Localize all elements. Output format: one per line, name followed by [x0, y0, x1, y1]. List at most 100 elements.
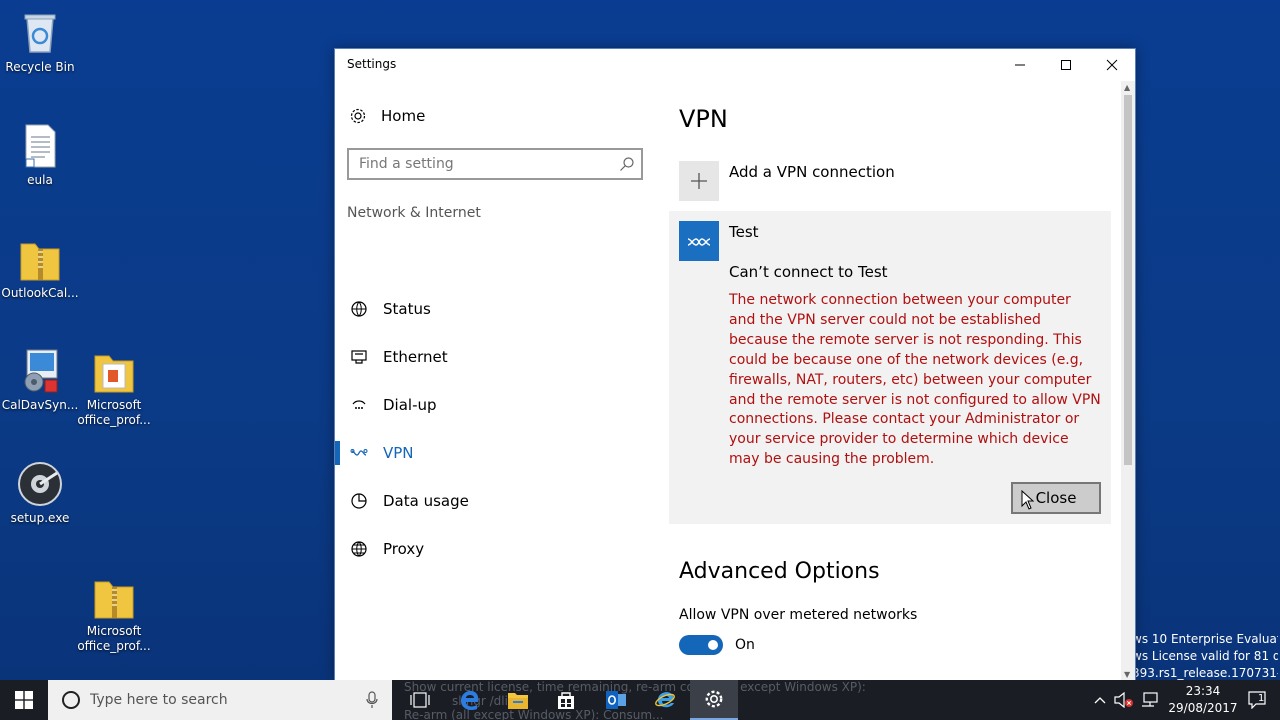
desktop-icon-label: Microsoft office_prof...	[77, 624, 151, 653]
vpn-icon	[350, 449, 368, 456]
desktop-icon-office-zip[interactable]: Microsoft office_prof...	[75, 574, 153, 654]
zip-folder-icon	[17, 236, 63, 282]
mouse-cursor-icon	[1021, 490, 1035, 510]
plus-icon	[691, 173, 707, 189]
desktop-icon-label: OutlookCal...	[1, 286, 79, 300]
nav-item-label: Status	[383, 300, 431, 318]
metered-option-label: Allow VPN over metered networks	[679, 607, 918, 623]
folder-icon	[91, 348, 137, 394]
nav-item-label: Dial-up	[383, 396, 437, 414]
metered-toggle-state: On	[735, 637, 755, 653]
nav-item-vpn[interactable]: VPN	[335, 433, 657, 473]
network-icon	[1142, 692, 1158, 707]
desktop-icon-label: Recycle Bin	[5, 60, 75, 74]
taskbar-file-explorer[interactable]	[494, 680, 542, 720]
nav-item-ethernet[interactable]: Ethernet	[335, 337, 657, 377]
add-vpn-connection[interactable]: Add a VPN connection	[679, 161, 895, 201]
volume-muted-icon	[1114, 692, 1133, 708]
nav-item-proxy[interactable]: Proxy	[335, 529, 657, 569]
nav-item-label: Ethernet	[383, 348, 448, 366]
notification-count-badge: 1	[1258, 693, 1265, 704]
action-center-button[interactable]: 1	[1238, 680, 1278, 720]
desktop-icon-office-folder[interactable]: Microsoft office_prof...	[75, 348, 153, 428]
close-icon	[1106, 59, 1118, 71]
file-explorer-icon	[508, 693, 528, 709]
edge-icon	[461, 690, 479, 711]
settings-search-box[interactable]	[347, 148, 643, 180]
cortana-icon	[62, 691, 80, 709]
title-bar[interactable]: Settings	[335, 49, 1135, 81]
microphone-icon[interactable]	[366, 691, 378, 709]
outlook-icon	[606, 691, 626, 709]
scrollbar-thumb[interactable]	[1124, 95, 1132, 465]
nav-home-label: Home	[381, 107, 426, 125]
minimize-button[interactable]	[997, 49, 1043, 81]
page-title: VPN	[679, 105, 728, 133]
desktop-icon-outlookcal[interactable]: OutlookCal...	[1, 236, 79, 301]
taskbar-internet-explorer[interactable]	[641, 680, 689, 720]
clock-time: 23:34	[1185, 684, 1221, 698]
store-icon	[558, 692, 574, 709]
nav-item-data-usage[interactable]: Data usage	[335, 481, 657, 521]
nav-pane: Home Network & Internet Status Ethernet …	[335, 81, 657, 681]
desktop-icon-eula[interactable]: eula	[1, 123, 79, 188]
taskbar-settings[interactable]	[690, 680, 738, 720]
data-usage-icon	[351, 493, 367, 509]
disc-icon	[17, 461, 63, 507]
tray-volume[interactable]	[1112, 680, 1136, 720]
taskbar-edge[interactable]	[446, 680, 494, 720]
advanced-options-heading: Advanced Options	[679, 559, 880, 584]
content-scrollbar[interactable]: ▲ ▼	[1121, 81, 1135, 681]
settings-search-input[interactable]	[349, 150, 599, 178]
nav-item-label: VPN	[383, 444, 414, 462]
desktop-icon-label: Microsoft office_prof...	[77, 398, 151, 427]
desktop-icon-label: CalDavSyn...	[1, 398, 79, 412]
content-pane: VPN Add a VPN connection Test Can’t conn…	[669, 81, 1119, 681]
scroll-down-icon[interactable]: ▼	[1124, 670, 1130, 679]
clock-date: 29/08/2017	[1168, 701, 1238, 715]
add-vpn-label: Add a VPN connection	[729, 163, 895, 181]
add-vpn-tile[interactable]	[679, 161, 719, 201]
maximize-button[interactable]	[1043, 49, 1089, 81]
taskbar-search-box[interactable]	[48, 680, 392, 720]
window-title: Settings	[347, 57, 397, 71]
globe-icon	[351, 541, 367, 557]
taskbar-search-input[interactable]	[90, 692, 360, 708]
scroll-up-icon[interactable]: ▲	[1124, 83, 1130, 92]
nav-home[interactable]: Home	[349, 107, 425, 125]
tray-network[interactable]	[1138, 680, 1162, 720]
nav-item-dialup[interactable]: Dial-up	[335, 385, 657, 425]
ethernet-icon	[351, 350, 367, 364]
vpn-connection-tile[interactable]	[679, 221, 719, 261]
desktop-icon-recycle-bin[interactable]: Recycle Bin	[1, 10, 79, 75]
start-button[interactable]	[0, 680, 48, 720]
document-icon	[17, 123, 63, 169]
recycle-bin-icon	[17, 10, 63, 56]
search-icon[interactable]	[619, 156, 635, 172]
vpn-icon	[687, 238, 711, 246]
maximize-icon	[1061, 60, 1071, 70]
minimize-icon	[1015, 64, 1025, 66]
taskbar-outlook[interactable]	[592, 680, 640, 720]
gear-icon	[705, 690, 723, 708]
desktop-icon-label: eula	[27, 173, 53, 187]
tray-show-hidden[interactable]	[1090, 680, 1110, 720]
zip-folder-icon	[91, 574, 137, 620]
close-window-button[interactable]	[1089, 49, 1135, 81]
taskbar: Show current license, time remaining, re…	[0, 680, 1280, 720]
task-view-button[interactable]	[396, 680, 444, 720]
installer-icon	[17, 348, 63, 394]
watermark-line: ws License valid for 81 days	[1132, 649, 1278, 663]
desktop-icon-caldavsync[interactable]: CalDavSyn...	[1, 348, 79, 413]
desktop-icon-setup[interactable]: setup.exe	[1, 461, 79, 526]
metered-toggle[interactable]	[679, 635, 723, 655]
activation-watermark: ws 10 Enterprise Evaluation ws License v…	[1132, 631, 1278, 682]
internet-explorer-icon	[655, 692, 675, 708]
task-view-icon	[410, 692, 430, 708]
nav-section-label: Network & Internet	[347, 205, 481, 221]
taskbar-clock[interactable]: 23:34 29/08/2017	[1168, 683, 1238, 717]
taskbar-store[interactable]	[542, 680, 590, 720]
vpn-connection-panel[interactable]: Test Can’t connect to Test The network c…	[669, 211, 1111, 524]
nav-item-status[interactable]: Status	[335, 289, 657, 329]
nav-item-label: Data usage	[383, 492, 469, 510]
